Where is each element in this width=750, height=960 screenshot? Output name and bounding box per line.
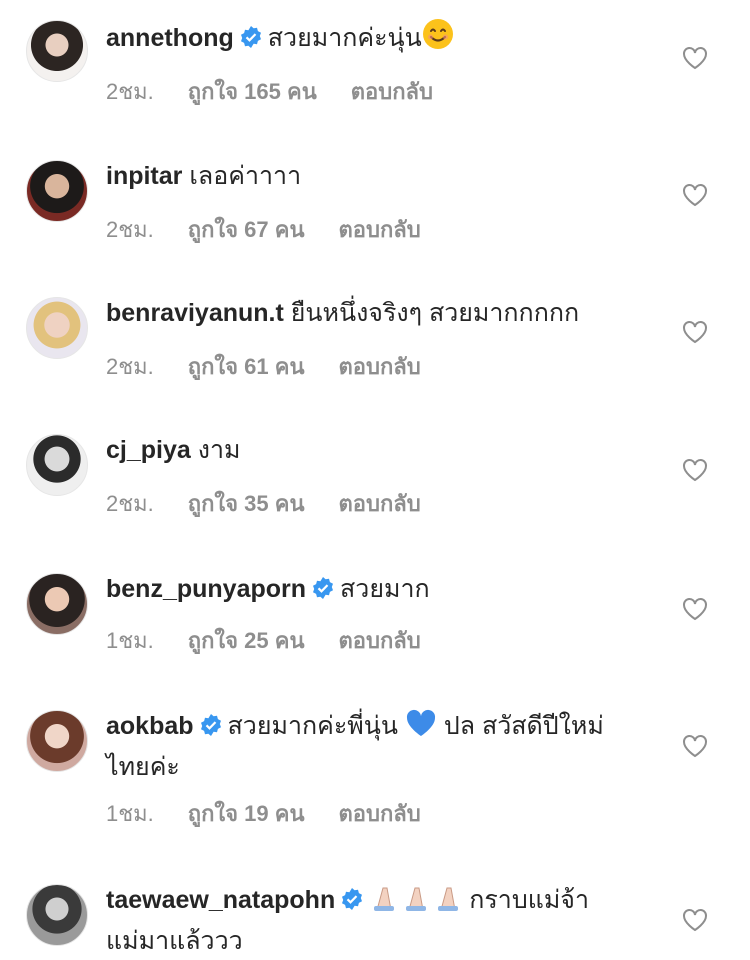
comment-meta: 1ชม. ถูกใจ 19 คน ตอบกลับ <box>106 796 421 831</box>
comment-body: benz_punyaporn สวยมาก <box>106 571 646 610</box>
reply-button[interactable]: ตอบกลับ <box>339 486 421 521</box>
reply-button[interactable]: ตอบกลับ <box>339 212 421 247</box>
reply-button[interactable]: ตอบกลับ <box>351 74 433 109</box>
avatar[interactable] <box>26 573 88 635</box>
verified-badge-icon <box>341 884 363 921</box>
timestamp: 2ชม. <box>106 217 154 242</box>
avatar[interactable] <box>26 297 88 359</box>
comment-meta: 1ชม. ถูกใจ 25 คน ตอบกลับ <box>106 623 421 658</box>
comment-body: aokbab สวยมากค่ะพี่นุ่น ปล สวัสดีปีใหม่ไท… <box>106 708 626 786</box>
username[interactable]: inpitar <box>106 162 182 190</box>
like-heart-icon[interactable] <box>682 458 708 482</box>
comment-meta: 2ชม. ถูกใจ 67 คน ตอบกลับ <box>106 212 421 247</box>
avatar[interactable] <box>26 710 88 772</box>
timestamp: 2ชม. <box>106 491 154 516</box>
avatar[interactable] <box>26 160 88 222</box>
comment-body: benraviyanun.t ยืนหนึ่งจริงๆ สวยมากกกกก <box>106 295 646 332</box>
username[interactable]: taewaew_natapohn <box>106 886 335 914</box>
folded-hands-emoji <box>369 882 469 923</box>
verified-badge-icon <box>312 573 334 610</box>
comment-text: สวยมากค่ะพี่นุ่น <box>227 712 398 740</box>
likes-count[interactable]: ถูกใจ 19 คน <box>188 796 305 831</box>
verified-badge-icon <box>200 710 222 747</box>
comment-body: taewaew_natapohn กราบแม่จ้า แม่มาแล้ววว <box>106 882 626 960</box>
username[interactable]: cj_piya <box>106 436 191 464</box>
like-heart-icon[interactable] <box>682 46 708 70</box>
username[interactable]: aokbab <box>106 712 194 740</box>
comment-text: เลอค่าาาา <box>189 162 302 190</box>
verified-badge-icon <box>240 22 262 59</box>
like-heart-icon[interactable] <box>682 908 708 932</box>
blue-heart-emoji <box>405 708 437 749</box>
comment-body: annethong สวยมากค่ะนุ่น <box>106 18 646 61</box>
reply-button[interactable]: ตอบกลับ <box>339 349 421 384</box>
comment-list: annethong สวยมากค่ะนุ่น 2ชม. ถูกใจ 165 คนต… <box>0 0 750 958</box>
comment-body: inpitar เลอค่าาาา <box>106 158 646 195</box>
comment-text: สวยมาก <box>340 575 430 603</box>
timestamp: 1ชม. <box>106 628 154 653</box>
like-heart-icon[interactable] <box>682 320 708 344</box>
smiling-face-emoji <box>422 18 454 61</box>
reply-button[interactable]: ตอบกลับ <box>339 623 421 658</box>
likes-count[interactable]: ถูกใจ 61 คน <box>188 349 305 384</box>
likes-count[interactable]: ถูกใจ 165 คน <box>188 74 317 109</box>
likes-count[interactable]: ถูกใจ 67 คน <box>188 212 305 247</box>
comment-meta: 2ชม. ถูกใจ 35 คน ตอบกลับ <box>106 486 421 521</box>
comment-meta: 2ชม. ถูกใจ 165 คน ตอบกลับ <box>106 74 433 109</box>
likes-count[interactable]: ถูกใจ 25 คน <box>188 623 305 658</box>
comment-text: ยืนหนึ่งจริงๆ สวยมากกกกก <box>290 299 580 327</box>
timestamp: 1ชม. <box>106 801 154 826</box>
comment-text: สวยมากค่ะนุ่น <box>267 24 422 52</box>
username[interactable]: benz_punyaporn <box>106 575 306 603</box>
like-heart-icon[interactable] <box>682 597 708 621</box>
timestamp: 2ชม. <box>106 79 154 104</box>
reply-button[interactable]: ตอบกลับ <box>339 796 421 831</box>
avatar[interactable] <box>26 884 88 946</box>
username[interactable]: benraviyanun.t <box>106 299 284 327</box>
timestamp: 2ชม. <box>106 354 154 379</box>
likes-count[interactable]: ถูกใจ 35 คน <box>188 486 305 521</box>
comment-text: งาม <box>197 436 241 464</box>
username[interactable]: annethong <box>106 24 234 52</box>
avatar[interactable] <box>26 434 88 496</box>
avatar[interactable] <box>26 20 88 82</box>
like-heart-icon[interactable] <box>682 183 708 207</box>
like-heart-icon[interactable] <box>682 734 708 758</box>
comment-meta: 2ชม. ถูกใจ 61 คน ตอบกลับ <box>106 349 421 384</box>
comment-body: cj_piya งาม <box>106 432 646 469</box>
